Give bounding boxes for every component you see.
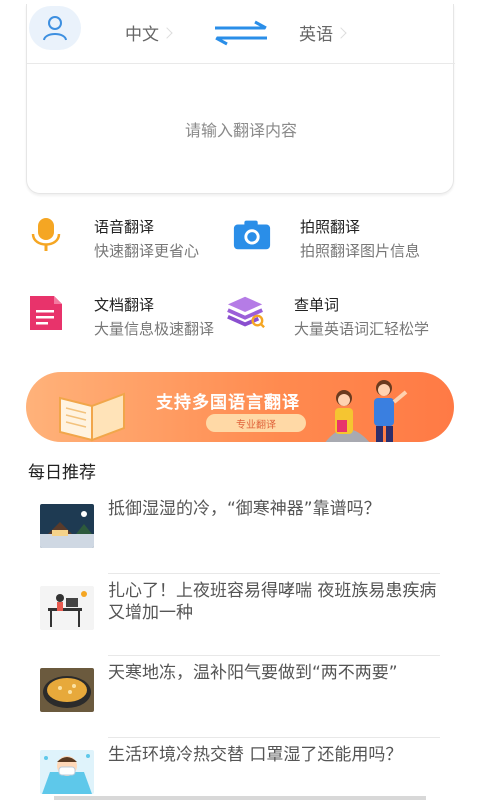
target-language-label: 英语	[299, 25, 333, 45]
books-search-icon	[226, 292, 266, 332]
feature-desc: 快速翻译更省心	[94, 242, 200, 260]
divider	[108, 655, 440, 656]
feature-desc: 拍照翻译图片信息	[300, 242, 421, 260]
bottom-indicator	[54, 796, 426, 800]
section-title-daily: 每日推荐	[28, 463, 96, 483]
document-icon	[26, 292, 66, 332]
banner-title: 支持多国语言翻译	[156, 393, 300, 413]
swap-arrows-icon[interactable]	[213, 20, 269, 46]
feature-title: 查单词	[294, 296, 340, 314]
news-title: 天寒地冻，温补阳气要做到“两不两要”	[108, 663, 398, 683]
news-title: 抵御湿湿的冷，“御寒神器”靠谱吗？	[108, 499, 381, 519]
input-placeholder: 请输入翻译内容	[184, 121, 297, 140]
source-language-selector[interactable]: 中文	[125, 20, 173, 45]
open-book-illustration	[59, 392, 125, 442]
target-language-selector[interactable]: 英语	[299, 20, 347, 45]
news-title: 扎心了！上夜班容易得哮喘 夜班族易患疾病又增加一种	[108, 581, 437, 623]
people-illustration	[325, 380, 408, 442]
promo-banner[interactable]: 支持多国语言翻译 专业翻译	[26, 372, 454, 442]
divider	[108, 573, 440, 574]
banner-button[interactable]: 专业翻译	[206, 414, 306, 432]
news-thumbnail	[40, 586, 94, 630]
feature-title: 语音翻译	[94, 218, 155, 236]
language-bar: 中文 英语	[27, 4, 455, 64]
list-item[interactable]: 生活环境冷热交替 口罩湿了还能用吗？	[38, 744, 440, 800]
news-thumbnail	[40, 750, 94, 794]
camera-icon	[232, 214, 272, 254]
chevron-right-icon	[335, 26, 347, 39]
list-item[interactable]: 抵御湿湿的冷，“御寒神器”靠谱吗？	[38, 498, 440, 574]
list-item[interactable]: 天寒地冻，温补阳气要做到“两不两要”	[38, 662, 440, 738]
feature-desc: 大量信息极速翻译	[94, 320, 215, 338]
translate-input[interactable]: 请输入翻译内容	[27, 64, 455, 194]
feature-desc: 大量英语词汇轻松学	[294, 320, 430, 338]
user-icon	[43, 16, 67, 41]
translate-card: 中文 英语 请输入翻译内容	[26, 4, 455, 194]
source-language-label: 中文	[125, 25, 159, 45]
feature-title: 文档翻译	[94, 296, 155, 314]
list-item[interactable]: 扎心了！上夜班容易得哮喘 夜班族易患疾病又增加一种	[38, 580, 440, 656]
news-title: 生活环境冷热交替 口罩湿了还能用吗？	[108, 745, 403, 765]
feature-title: 拍照翻译	[300, 218, 361, 236]
chevron-right-icon	[161, 26, 173, 39]
news-thumbnail	[40, 504, 94, 548]
microphone-icon	[26, 214, 66, 254]
news-thumbnail	[40, 668, 94, 712]
divider	[108, 737, 440, 738]
avatar-button[interactable]	[29, 6, 81, 50]
